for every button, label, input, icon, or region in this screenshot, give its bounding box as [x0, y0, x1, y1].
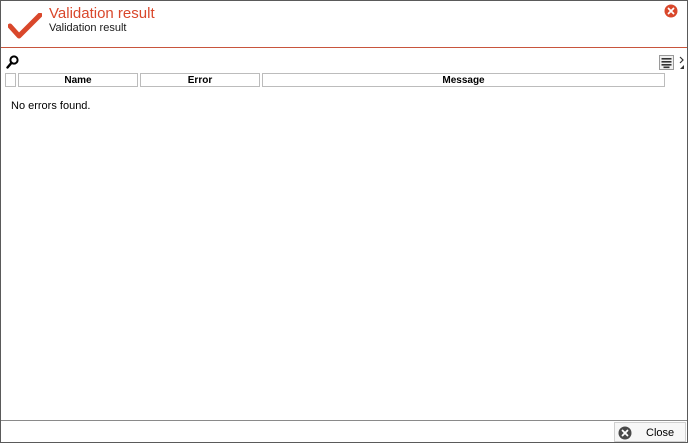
close-button[interactable]: Close — [614, 422, 686, 442]
columns-icon[interactable] — [659, 55, 674, 70]
search-icon[interactable] — [6, 55, 19, 69]
column-header-error[interactable]: Error — [140, 73, 260, 87]
close-button-label: Close — [646, 427, 675, 439]
validation-result-window: Validation result Validation result Name… — [0, 0, 688, 443]
header: Validation result Validation result — [1, 1, 687, 48]
row-selector-header[interactable] — [5, 73, 16, 87]
close-x-icon[interactable] — [664, 4, 678, 18]
close-circle-icon — [618, 426, 632, 440]
column-header-name[interactable]: Name — [18, 73, 138, 87]
column-header-message[interactable]: Message — [262, 73, 665, 87]
footer: Close — [1, 420, 687, 442]
check-icon — [8, 13, 42, 39]
grid-toolbar — [1, 54, 687, 72]
expand-icon[interactable] — [678, 55, 686, 71]
window-title: Validation result — [49, 5, 155, 22]
empty-message: No errors found. — [11, 100, 91, 112]
window-subtitle: Validation result — [49, 22, 127, 34]
